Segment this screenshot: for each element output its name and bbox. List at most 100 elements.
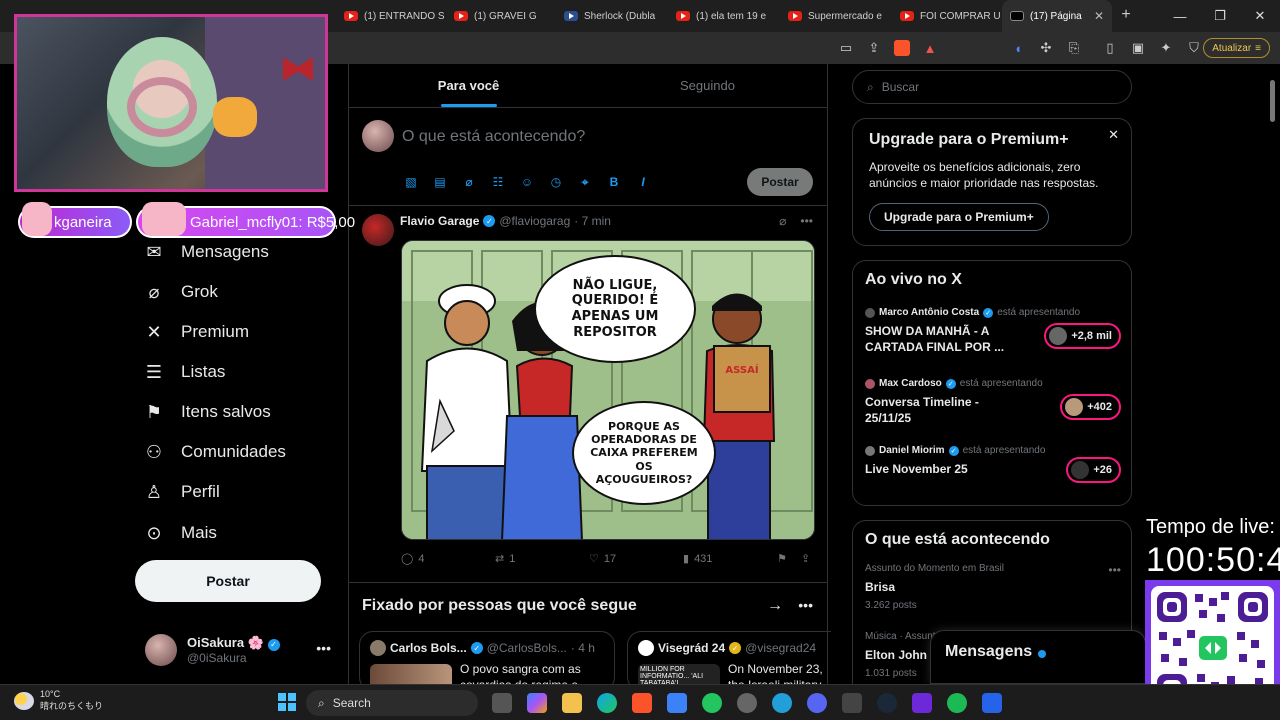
live-presenting: está apresentando — [997, 307, 1081, 318]
grok-icon[interactable]: ⌀ — [461, 174, 477, 190]
browser-tab[interactable]: Sherlock (Dubla — [556, 0, 666, 32]
live-item[interactable]: Daniel Miorim ✓ está apresentando Live Nov… — [865, 445, 1121, 483]
location-icon[interactable]: ⌖ — [577, 174, 593, 190]
start-icon[interactable] — [278, 693, 296, 711]
arrow-right-icon[interactable]: → — [767, 597, 783, 615]
nav-item-listas[interactable]: ☰ Listas — [144, 354, 226, 390]
bookmark-button[interactable]: ⚑ — [777, 552, 801, 565]
spotify-icon[interactable] — [947, 693, 967, 713]
tweet-time[interactable]: · 7 min — [574, 214, 611, 228]
account-switcher[interactable]: OiSakura 🌸 ✓ @0iSakura ••• — [145, 630, 335, 670]
maximize-icon[interactable]: ❐ — [1200, 0, 1240, 32]
telegram-icon[interactable] — [772, 693, 792, 713]
brave-icon[interactable] — [632, 693, 652, 713]
avatar[interactable] — [362, 214, 394, 246]
schedule-icon[interactable]: ◷ — [548, 174, 564, 190]
live-item[interactable]: Max Cardoso ✓ está apresentando Conversa T… — [865, 378, 1121, 426]
copilot-icon[interactable] — [527, 693, 547, 713]
browser-tab[interactable]: FOI COMPRAR U — [892, 0, 1002, 32]
file-explorer-icon[interactable] — [562, 693, 582, 713]
discord-icon[interactable] — [807, 693, 827, 713]
tweet-image[interactable]: ASSAÍ NÃO LIGUE, QUERIDO! É APENAS UM RE… — [401, 240, 815, 540]
composer-input[interactable]: O que está acontecendo? — [402, 128, 585, 146]
live-pill[interactable]: +402 — [1060, 394, 1121, 420]
search-input[interactable]: ⌕ Buscar — [852, 70, 1132, 104]
app-icon[interactable] — [982, 693, 1002, 713]
gif-icon[interactable]: ▤ — [432, 174, 448, 190]
nav-item-mensagens[interactable]: ✉ Mensagens — [144, 234, 268, 270]
pinned-card[interactable]: Visegrád 24 ✓ @visegrad24 MILLION FOR INFO… — [627, 631, 831, 691]
more-icon[interactable]: ••• — [800, 214, 813, 228]
whatsapp-icon[interactable] — [702, 693, 722, 713]
reply-button[interactable]: ◯ 4 — [401, 552, 495, 566]
bold-icon[interactable]: B — [606, 174, 622, 190]
new-tab-button[interactable]: + — [1112, 6, 1140, 24]
close-icon[interactable]: ✕ — [1094, 9, 1104, 23]
nav-item-premium[interactable]: ✕ Premium — [144, 314, 249, 350]
share-icon[interactable]: ⇪ — [866, 40, 882, 56]
messages-drawer[interactable]: Mensagens — [930, 630, 1146, 684]
brave-rewards-icon[interactable]: ▲ — [922, 40, 938, 56]
task-view-icon[interactable] — [492, 693, 512, 713]
repost-button[interactable]: ⇄ 1 — [495, 552, 589, 566]
edge-icon[interactable] — [597, 693, 617, 713]
italic-icon[interactable]: I — [635, 174, 651, 190]
live-item[interactable]: Marco Antônio Costa ✓ está apresentando SH… — [865, 307, 1121, 355]
image-icon[interactable]: ▧ — [403, 174, 419, 190]
emoji-icon[interactable]: ☺ — [519, 174, 535, 190]
author-handle[interactable]: @flaviogarag — [499, 214, 570, 228]
pinned-card[interactable]: Carlos Bols... ✓ @CarlosBols... · 4 h O pov… — [359, 631, 615, 691]
taskbar-search[interactable]: ⌕ Search — [306, 690, 478, 716]
scrollbar-thumb[interactable] — [1270, 80, 1275, 122]
grok-icon[interactable]: ⌀ — [779, 214, 786, 228]
more-icon[interactable]: ••• — [1108, 563, 1121, 577]
more-icon[interactable]: ••• — [798, 597, 813, 613]
wallet-icon[interactable]: ▣ — [1130, 40, 1146, 56]
browser-tab-active[interactable]: (17) Página ✕ — [1002, 0, 1112, 32]
share-button[interactable]: ⇪ — [801, 552, 810, 565]
sidebar-icon[interactable]: ▯ — [1102, 40, 1118, 56]
store-icon[interactable] — [667, 693, 687, 713]
weather-widget[interactable]: 10°C 晴れのちくもり — [14, 689, 103, 712]
brave-shields-icon[interactable] — [894, 40, 910, 56]
live-pill[interactable]: +26 — [1066, 457, 1121, 483]
steam-icon[interactable] — [877, 693, 897, 713]
tab-seguindo[interactable]: Seguindo — [588, 64, 827, 107]
browser-tab[interactable]: (1) ela tem 19 e — [668, 0, 778, 32]
extensions-icon[interactable]: ✣ — [1038, 40, 1054, 56]
nav-item-grok[interactable]: ⌀ Grok — [144, 274, 218, 310]
update-button[interactable]: Atualizar ≡ — [1203, 38, 1270, 58]
nav-item-itens-salvos[interactable]: ⚑ Itens salvos — [144, 394, 271, 430]
minimize-icon[interactable]: — — [1160, 0, 1200, 32]
like-button[interactable]: ♡ 17 — [589, 552, 683, 566]
screenshot-icon[interactable]: ⎘ — [1066, 40, 1082, 56]
close-icon[interactable]: ✕ — [1108, 127, 1119, 143]
author-name[interactable]: Flavio Garage — [400, 214, 479, 228]
install-app-icon[interactable]: ▭ — [838, 40, 854, 56]
browser-tab[interactable]: Supermercado e — [780, 0, 890, 32]
premium-upgrade-button[interactable]: Upgrade para o Premium+ — [869, 203, 1049, 232]
obs-icon[interactable] — [737, 693, 757, 713]
nav-item-comunidades[interactable]: ⚇ Comunidades — [144, 434, 286, 470]
browser-tab[interactable]: (1) GRAVEI G — [446, 0, 556, 32]
trend-item[interactable]: Assunto do Momento em Brasil Brisa 3.262… — [865, 563, 1121, 611]
avatar — [1065, 398, 1084, 416]
browser-tab[interactable]: (1) ENTRANDO S — [336, 0, 446, 32]
tab-para-voce[interactable]: Para você — [349, 64, 588, 107]
more-icon[interactable]: ••• — [316, 640, 331, 656]
app-icon[interactable] — [912, 693, 932, 713]
post-button[interactable]: Postar — [135, 560, 321, 602]
tweet[interactable]: Flavio Garage ✓ @flaviogarag · 7 min ⌀ •… — [349, 206, 827, 583]
voice-icon[interactable]: ◖ — [1010, 40, 1026, 56]
live-pill[interactable]: +2,8 mil — [1044, 323, 1121, 349]
close-window-icon[interactable]: ✕ — [1240, 0, 1280, 32]
poll-icon[interactable]: ☷ — [490, 174, 506, 190]
composer-post-button[interactable]: Postar — [747, 168, 813, 196]
nav-item-perfil[interactable]: ♙ Perfil — [144, 474, 220, 510]
views-button[interactable]: ▮ 431 — [683, 552, 777, 566]
leo-ai-icon[interactable]: ✦ — [1158, 40, 1174, 56]
app-icon[interactable] — [842, 693, 862, 713]
nav-item-mais[interactable]: ⊙ Mais — [144, 515, 216, 551]
x-logo-icon — [1010, 11, 1024, 21]
vpn-icon[interactable]: ⛉ — [1186, 40, 1202, 56]
